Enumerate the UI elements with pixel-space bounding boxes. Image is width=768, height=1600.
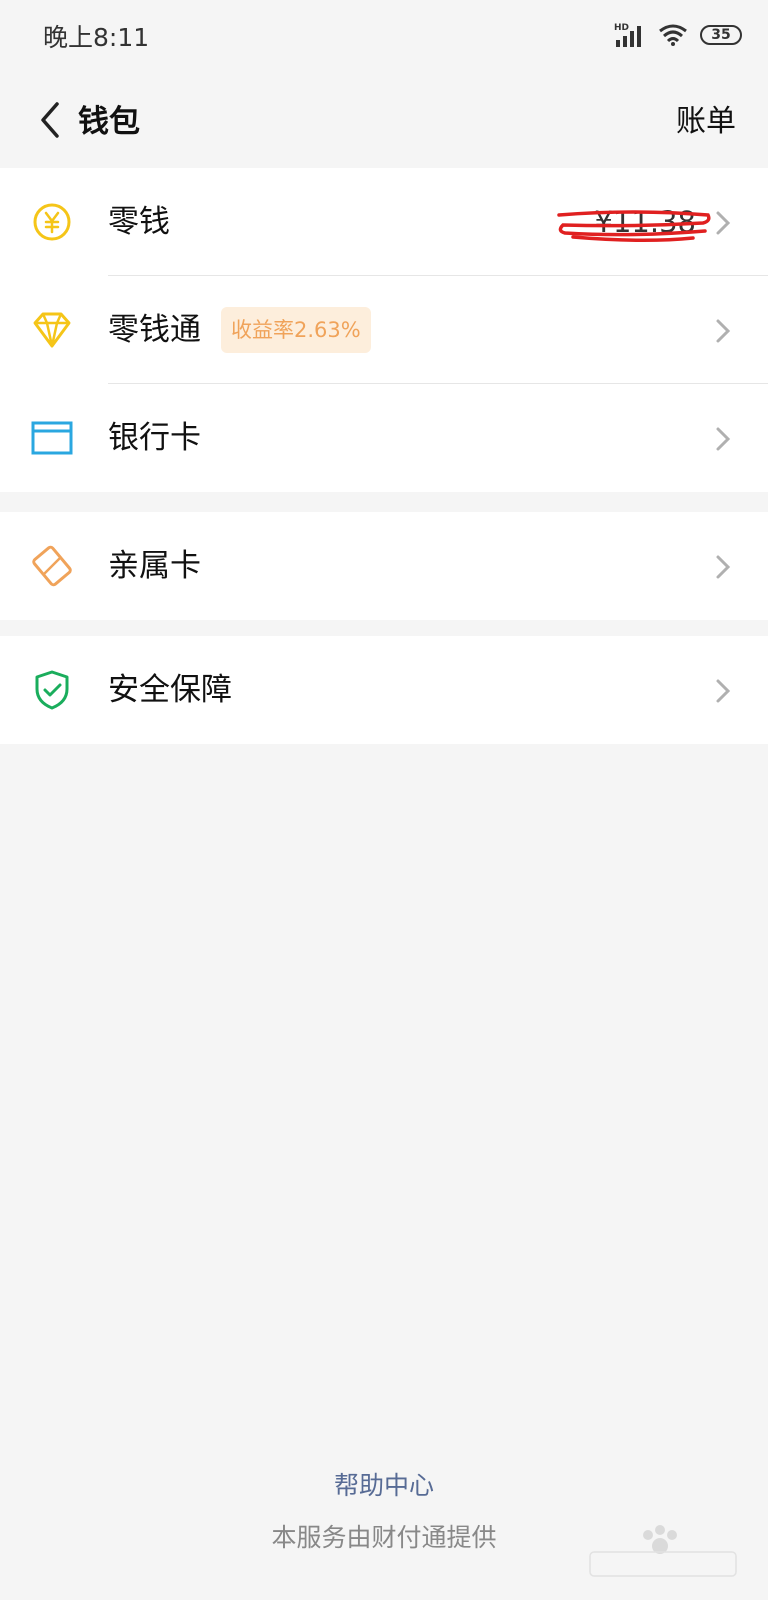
page-title: 钱包 bbox=[78, 104, 140, 140]
bill-button[interactable]: 账单 bbox=[676, 96, 736, 140]
baidu-watermark-logo bbox=[589, 1525, 737, 1577]
bank-card-label: 银行卡 bbox=[108, 420, 201, 456]
network-type: HD bbox=[614, 23, 629, 33]
security-label: 安全保障 bbox=[108, 672, 232, 708]
battery-indicator: 35 bbox=[700, 25, 742, 45]
back-button[interactable] bbox=[22, 92, 78, 148]
yield-rate-badge: 收益率2.63% bbox=[221, 307, 371, 353]
family-card-icon bbox=[30, 544, 74, 588]
chevron-right-icon bbox=[716, 679, 731, 703]
status-time: 晚上8:11 bbox=[43, 23, 150, 52]
status-bar: 晚上8:11 HD 35 bbox=[0, 0, 768, 70]
family-card-row[interactable]: 亲属卡 bbox=[0, 512, 768, 620]
card-icon bbox=[30, 416, 74, 460]
change-label: 零钱 bbox=[108, 204, 170, 240]
wallet-section-security: 安全保障 bbox=[0, 636, 768, 744]
chevron-right-icon bbox=[716, 319, 731, 343]
chevron-right-icon bbox=[716, 427, 731, 451]
change-plus-label: 零钱通 bbox=[108, 312, 201, 348]
back-arrow-icon bbox=[41, 102, 59, 138]
signal-icon: HD bbox=[614, 23, 641, 47]
bank-card-row[interactable]: 银行卡 bbox=[0, 384, 768, 492]
wallet-section-family: 亲属卡 bbox=[0, 512, 768, 620]
help-center-link[interactable]: 帮助中心 bbox=[0, 1466, 768, 1502]
nav-bar: 钱包 账单 bbox=[0, 70, 768, 170]
change-plus-row[interactable]: 零钱通 收益率2.63% bbox=[0, 276, 768, 384]
yen-coin-icon bbox=[30, 200, 74, 244]
family-card-label: 亲属卡 bbox=[108, 548, 201, 584]
chevron-right-icon bbox=[716, 555, 731, 579]
status-icons: HD 35 bbox=[614, 18, 742, 52]
security-row[interactable]: 安全保障 bbox=[0, 636, 768, 744]
redaction-scribble bbox=[557, 210, 711, 243]
shield-check-icon bbox=[30, 668, 74, 712]
wifi-icon bbox=[659, 24, 687, 46]
diamond-icon bbox=[30, 308, 74, 352]
